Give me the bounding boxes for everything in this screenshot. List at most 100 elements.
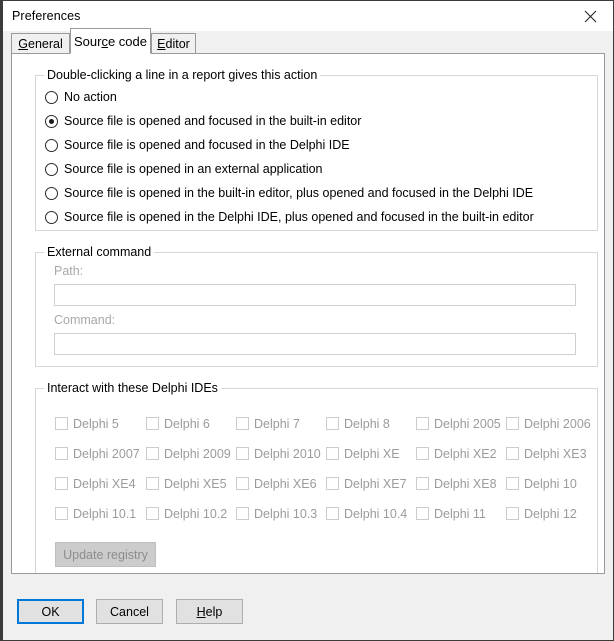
checkbox-label: Delphi 8	[344, 416, 390, 431]
tab-strip: General Sour c e code Editor	[3, 28, 613, 54]
checkbox-delphi-xe3[interactable]: Delphi XE3	[506, 445, 587, 462]
checkbox-square-icon	[236, 477, 249, 490]
checkbox-square-icon	[236, 417, 249, 430]
checkbox-square-icon	[55, 447, 68, 460]
checkbox-square-icon	[55, 507, 68, 520]
checkbox-square-icon	[55, 417, 68, 430]
checkbox-square-icon	[326, 507, 339, 520]
radio-delphi-ide-label: Source file is opened and focused in the…	[64, 138, 350, 152]
radio-circle-icon	[45, 186, 58, 200]
checkbox-delphi-2007[interactable]: Delphi 2007	[55, 445, 140, 462]
checkbox-delphi-10-3[interactable]: Delphi 10.3	[236, 505, 317, 522]
tab-editor-label: ditor	[165, 36, 190, 51]
preferences-window: Preferences General Sour c e code Editor D…	[0, 0, 614, 641]
window-title: Preferences	[12, 9, 81, 23]
command-input[interactable]	[54, 333, 576, 355]
checkbox-delphi-2009[interactable]: Delphi 2009	[146, 445, 231, 462]
checkbox-delphi-xe6[interactable]: Delphi XE6	[236, 475, 317, 492]
radio-ide-plus-builtin-label: Source file is opened in the Delphi IDE,…	[64, 210, 534, 224]
checkbox-label: Delphi XE	[344, 446, 400, 461]
checkbox-delphi-11[interactable]: Delphi 11	[416, 505, 486, 522]
checkbox-delphi-10-1[interactable]: Delphi 10.1	[55, 505, 136, 522]
checkbox-label: Delphi 10.1	[73, 506, 137, 521]
help-button-label: elp	[205, 604, 223, 619]
radio-circle-icon	[45, 162, 58, 176]
checkbox-square-icon	[326, 447, 339, 460]
radio-external-app[interactable]: Source file is opened in an external app…	[45, 160, 323, 178]
radio-external-app-label: Source file is opened in an external app…	[64, 162, 323, 176]
checkbox-label: Delphi XE6	[254, 476, 317, 491]
checkbox-square-icon	[146, 477, 159, 490]
radio-builtin-editor-label: Source file is opened and focused in the…	[64, 114, 362, 128]
radio-ide-plus-builtin[interactable]: Source file is opened in the Delphi IDE,…	[45, 208, 534, 226]
title-bar: Preferences	[3, 1, 613, 31]
radio-builtin-editor[interactable]: Source file is opened and focused in the…	[45, 112, 361, 130]
checkbox-label: Delphi XE2	[434, 446, 497, 461]
checkbox-delphi-xe2[interactable]: Delphi XE2	[416, 445, 497, 462]
checkbox-square-icon	[236, 507, 249, 520]
radio-no-action[interactable]: No action	[45, 88, 117, 106]
checkbox-square-icon	[506, 447, 519, 460]
delphi-ides-group: Interact with these Delphi IDEs Delphi 5…	[35, 381, 598, 573]
checkbox-delphi-5[interactable]: Delphi 5	[55, 415, 119, 432]
checkbox-delphi-xe5[interactable]: Delphi XE5	[146, 475, 227, 492]
help-button[interactable]: Help	[176, 599, 243, 624]
radio-builtin-plus-ide[interactable]: Source file is opened in the built-in ed…	[45, 184, 533, 202]
command-label: Command:	[54, 313, 116, 327]
radio-builtin-plus-ide-label: Source file is opened in the built-in ed…	[64, 186, 534, 200]
source-code-tab-panel: Double-clicking a line in a report gives…	[11, 53, 605, 574]
checkbox-label: Delphi XE8	[434, 476, 497, 491]
tab-source-code-label-pre: Sour	[74, 33, 102, 49]
checkbox-delphi-10-2[interactable]: Delphi 10.2	[146, 505, 227, 522]
radio-circle-icon	[45, 210, 58, 224]
dialog-footer: OK Cancel Help	[3, 574, 613, 640]
external-command-legend: External command	[44, 245, 155, 259]
cancel-button[interactable]: Cancel	[96, 599, 163, 624]
checkbox-label: Delphi XE3	[524, 446, 587, 461]
path-input[interactable]	[54, 284, 576, 306]
close-icon[interactable]	[568, 1, 613, 31]
checkbox-label: Delphi 10.3	[254, 506, 318, 521]
checkbox-delphi-xe[interactable]: Delphi XE	[326, 445, 400, 462]
checkbox-delphi-2005[interactable]: Delphi 2005	[416, 415, 501, 432]
external-command-group: External command Path: Command:	[35, 245, 598, 367]
tab-general-label: eneral	[28, 36, 63, 51]
checkbox-square-icon	[416, 447, 429, 460]
checkbox-label: Delphi 10	[524, 476, 577, 491]
checkbox-square-icon	[236, 447, 249, 460]
checkbox-delphi-10-4[interactable]: Delphi 10.4	[326, 505, 407, 522]
delphi-ides-legend: Interact with these Delphi IDEs	[44, 381, 221, 395]
ok-button[interactable]: OK	[17, 599, 84, 624]
checkbox-label: Delphi 2006	[524, 416, 591, 431]
tab-editor[interactable]: Editor	[151, 33, 196, 54]
checkbox-label: Delphi 12	[524, 506, 577, 521]
double-click-action-group: Double-clicking a line in a report gives…	[35, 68, 598, 231]
checkbox-delphi-2010[interactable]: Delphi 2010	[236, 445, 321, 462]
checkbox-label: Delphi 10.4	[344, 506, 408, 521]
checkbox-delphi-12[interactable]: Delphi 12	[506, 505, 577, 522]
radio-no-action-label: No action	[64, 90, 117, 104]
checkbox-square-icon	[506, 417, 519, 430]
radio-circle-selected-icon	[45, 114, 58, 128]
tab-source-code[interactable]: Sour c e code	[70, 28, 151, 54]
tab-source-code-label-post: e code	[107, 33, 148, 49]
checkbox-delphi-10[interactable]: Delphi 10	[506, 475, 577, 492]
checkbox-delphi-6[interactable]: Delphi 6	[146, 415, 210, 432]
checkbox-delphi-2006[interactable]: Delphi 2006	[506, 415, 591, 432]
double-click-action-legend: Double-clicking a line in a report gives…	[44, 68, 321, 82]
checkbox-delphi-7[interactable]: Delphi 7	[236, 415, 300, 432]
radio-delphi-ide[interactable]: Source file is opened and focused in the…	[45, 136, 350, 154]
tab-general[interactable]: General	[11, 33, 70, 54]
checkbox-delphi-xe7[interactable]: Delphi XE7	[326, 475, 407, 492]
checkbox-square-icon	[55, 477, 68, 490]
checkbox-square-icon	[326, 417, 339, 430]
update-registry-button[interactable]: Update registry	[55, 542, 156, 567]
checkbox-delphi-8[interactable]: Delphi 8	[326, 415, 390, 432]
checkbox-delphi-xe8[interactable]: Delphi XE8	[416, 475, 497, 492]
path-label: Path:	[54, 264, 84, 278]
checkbox-label: Delphi 2010	[254, 446, 321, 461]
checkbox-square-icon	[416, 477, 429, 490]
checkbox-delphi-xe4[interactable]: Delphi XE4	[55, 475, 136, 492]
radio-circle-icon	[45, 138, 58, 152]
checkbox-square-icon	[146, 447, 159, 460]
